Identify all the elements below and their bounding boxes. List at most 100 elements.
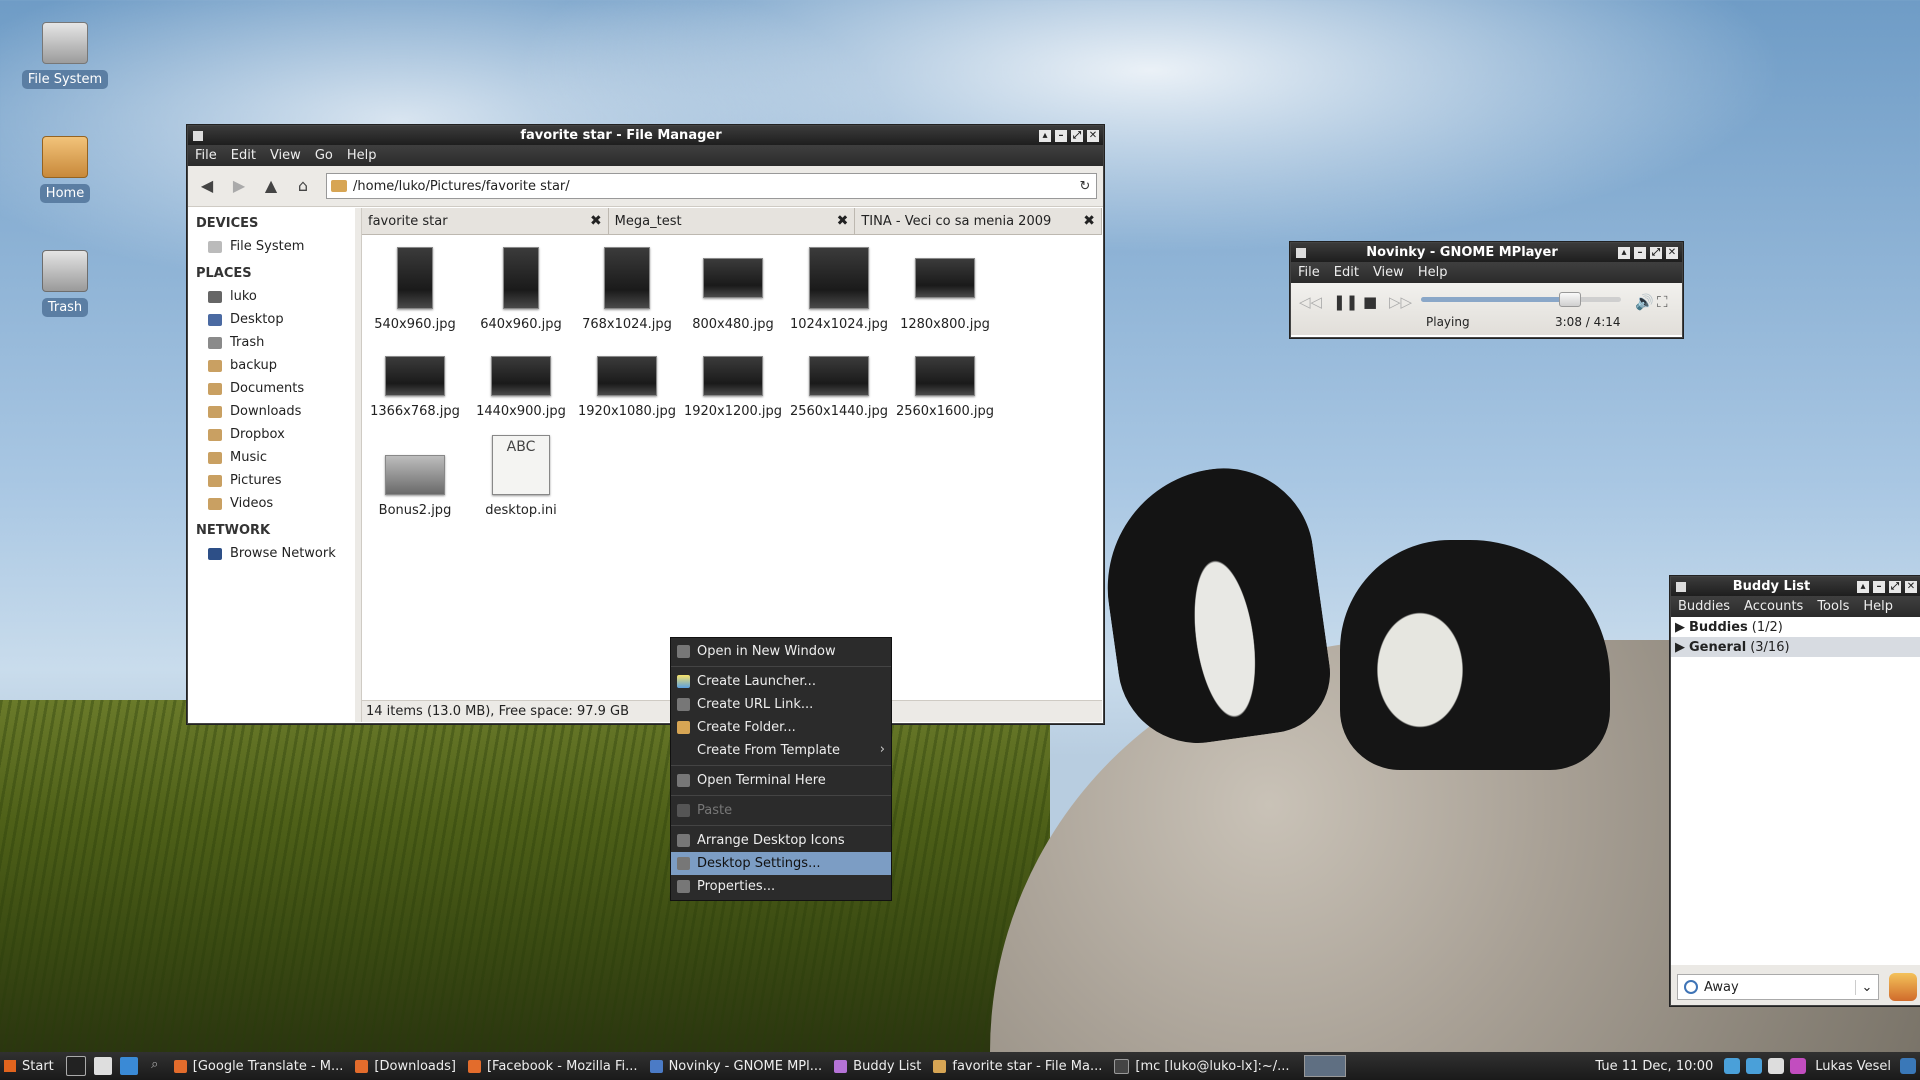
- browser-launcher-icon[interactable]: [119, 1057, 138, 1075]
- sidebar-item-documents[interactable]: Documents: [188, 377, 355, 400]
- task-facebook[interactable]: [Facebook - Mozilla Fi...: [467, 1059, 638, 1074]
- location-bar[interactable]: /home/luko/Pictures/favorite star/ ↻: [326, 173, 1097, 199]
- window-menu-icon[interactable]: [1296, 247, 1306, 258]
- expander-icon[interactable]: ▶: [1675, 620, 1685, 635]
- sidebar-item-file-system[interactable]: File System: [188, 235, 355, 258]
- file-item[interactable]: 2560x1600.jpg: [892, 356, 998, 419]
- reload-icon[interactable]: ↻: [1074, 179, 1096, 194]
- sidebar-item-videos[interactable]: Videos: [188, 492, 355, 515]
- menu-help[interactable]: Help: [1418, 265, 1448, 280]
- chevron-down-icon[interactable]: ⌄: [1855, 979, 1878, 995]
- file-item[interactable]: 800x480.jpg: [680, 247, 786, 332]
- task-mplayer[interactable]: Novinky - GNOME MPl...: [649, 1059, 822, 1074]
- tab-favorite-star[interactable]: favorite star ✖: [362, 208, 609, 234]
- sidebar-item-dropbox[interactable]: Dropbox: [188, 423, 355, 446]
- menu-view[interactable]: View: [1373, 265, 1404, 280]
- file-item[interactable]: 1440x900.jpg: [468, 356, 574, 419]
- minimize-icon[interactable]: –: [1873, 580, 1885, 593]
- sidebar-item-backup[interactable]: backup: [188, 354, 355, 377]
- seek-handle[interactable]: [1559, 292, 1581, 307]
- status-selector[interactable]: Away ⌄: [1677, 974, 1879, 1000]
- desktop-icon-home[interactable]: Home: [10, 136, 120, 203]
- dropbox-tray-icon[interactable]: [1724, 1058, 1741, 1074]
- start-button[interactable]: Start: [0, 1059, 62, 1074]
- menu-item-properties[interactable]: Properties...: [671, 875, 891, 898]
- terminal-launcher-icon[interactable]: [65, 1056, 86, 1076]
- task-file-manager[interactable]: favorite star - File Ma...: [933, 1059, 1102, 1074]
- menu-item-create-url-link[interactable]: Create URL Link...: [671, 693, 891, 716]
- file-item[interactable]: 1920x1080.jpg: [574, 356, 680, 419]
- menu-view[interactable]: View: [270, 148, 301, 163]
- minimize-icon[interactable]: –: [1634, 246, 1646, 259]
- seek-slider[interactable]: [1421, 292, 1621, 307]
- file-manager-launcher-icon[interactable]: [93, 1057, 112, 1075]
- fast-forward-icon[interactable]: ▷▷: [1389, 293, 1412, 311]
- close-icon[interactable]: ✕: [1905, 580, 1917, 593]
- task-google-translate[interactable]: [Google Translate - M...: [173, 1059, 343, 1074]
- menu-accounts[interactable]: Accounts: [1744, 599, 1803, 614]
- sidebar-item-trash[interactable]: Trash: [188, 331, 355, 354]
- menu-buddies[interactable]: Buddies: [1678, 599, 1730, 614]
- menu-help[interactable]: Help: [1863, 599, 1893, 614]
- menu-edit[interactable]: Edit: [1334, 265, 1359, 280]
- avatar[interactable]: [1889, 973, 1917, 1001]
- volume-icon[interactable]: 🔊: [1635, 293, 1654, 311]
- file-item[interactable]: 1920x1200.jpg: [680, 356, 786, 419]
- file-manager-titlebar[interactable]: favorite star - File Manager ▴ – ⤢ ✕: [188, 126, 1103, 145]
- menu-item-create-from-template[interactable]: Create From Template ›: [671, 739, 891, 762]
- task-downloads[interactable]: [Downloads]: [355, 1059, 456, 1074]
- sidebar-item-luko[interactable]: luko: [188, 285, 355, 308]
- show-desktop-icon[interactable]: [1900, 1058, 1916, 1074]
- file-item[interactable]: Bonus2.jpg: [362, 455, 468, 518]
- menu-file[interactable]: File: [195, 148, 217, 163]
- window-menu-icon[interactable]: [193, 130, 203, 141]
- user-name[interactable]: Lukas Vesel: [1815, 1059, 1891, 1074]
- menu-item-paste[interactable]: Paste: [671, 799, 891, 822]
- sidebar-item-downloads[interactable]: Downloads: [188, 400, 355, 423]
- desktop-icon-file-system[interactable]: File System: [10, 22, 120, 89]
- mplayer-titlebar[interactable]: Novinky - GNOME MPlayer ▴ – ⤢ ✕: [1291, 243, 1682, 262]
- network-tray-icon[interactable]: [1746, 1058, 1763, 1074]
- close-tab-icon[interactable]: ✖: [837, 213, 849, 229]
- shade-icon[interactable]: ▴: [1618, 246, 1630, 259]
- up-arrow-icon[interactable]: ▲: [258, 173, 284, 199]
- file-item[interactable]: 2560x1440.jpg: [786, 356, 892, 419]
- shade-icon[interactable]: ▴: [1857, 580, 1869, 593]
- buddy-group-general[interactable]: ▶ General (3/16): [1671, 637, 1920, 657]
- fullscreen-icon[interactable]: ⛶: [1657, 293, 1668, 311]
- file-item[interactable]: ABC desktop.ini: [468, 435, 574, 518]
- menu-item-desktop-settings[interactable]: Desktop Settings...: [671, 852, 891, 875]
- pidgin-tray-icon[interactable]: [1790, 1058, 1807, 1074]
- workspace-pager[interactable]: [1303, 1055, 1346, 1077]
- menu-item-create-folder[interactable]: Create Folder...: [671, 716, 891, 739]
- file-item[interactable]: 1366x768.jpg: [362, 356, 468, 419]
- task-buddy-list[interactable]: Buddy List: [834, 1059, 921, 1074]
- pause-icon[interactable]: ❚❚: [1333, 293, 1358, 311]
- tab-mega-test[interactable]: Mega_test ✖: [609, 208, 856, 234]
- close-icon[interactable]: ✕: [1666, 246, 1678, 259]
- menu-tools[interactable]: Tools: [1817, 599, 1849, 614]
- shade-icon[interactable]: ▴: [1039, 129, 1051, 142]
- clock[interactable]: Tue 11 Dec, 10:00: [1595, 1059, 1713, 1074]
- buddy-group-buddies[interactable]: ▶ Buddies (1/2): [1671, 617, 1920, 637]
- menu-file[interactable]: File: [1298, 265, 1320, 280]
- menu-item-open-in-new-window[interactable]: Open in New Window: [671, 640, 891, 663]
- close-tab-icon[interactable]: ✖: [590, 213, 602, 229]
- maximize-icon[interactable]: ⤢: [1889, 580, 1901, 593]
- close-tab-icon[interactable]: ✖: [1083, 213, 1095, 229]
- menu-edit[interactable]: Edit: [231, 148, 256, 163]
- desktop-icon-trash[interactable]: Trash: [10, 250, 120, 317]
- task-terminal[interactable]: [mc [luko@luko-lx]:~/...: [1114, 1058, 1290, 1074]
- window-menu-icon[interactable]: [1676, 581, 1686, 592]
- buddy-list-titlebar[interactable]: Buddy List ▴ – ⤢ ✕: [1671, 577, 1920, 596]
- menu-item-create-launcher[interactable]: Create Launcher...: [671, 670, 891, 693]
- maximize-icon[interactable]: ⤢: [1650, 246, 1662, 259]
- home-icon[interactable]: ⌂: [290, 173, 316, 199]
- notes-tray-icon[interactable]: [1768, 1058, 1785, 1074]
- stop-icon[interactable]: ■: [1363, 293, 1377, 311]
- sidebar-item-music[interactable]: Music: [188, 446, 355, 469]
- menu-item-open-terminal-here[interactable]: Open Terminal Here: [671, 769, 891, 792]
- file-item[interactable]: 768x1024.jpg: [574, 247, 680, 332]
- file-item[interactable]: 1280x800.jpg: [892, 247, 998, 332]
- maximize-icon[interactable]: ⤢: [1071, 129, 1083, 142]
